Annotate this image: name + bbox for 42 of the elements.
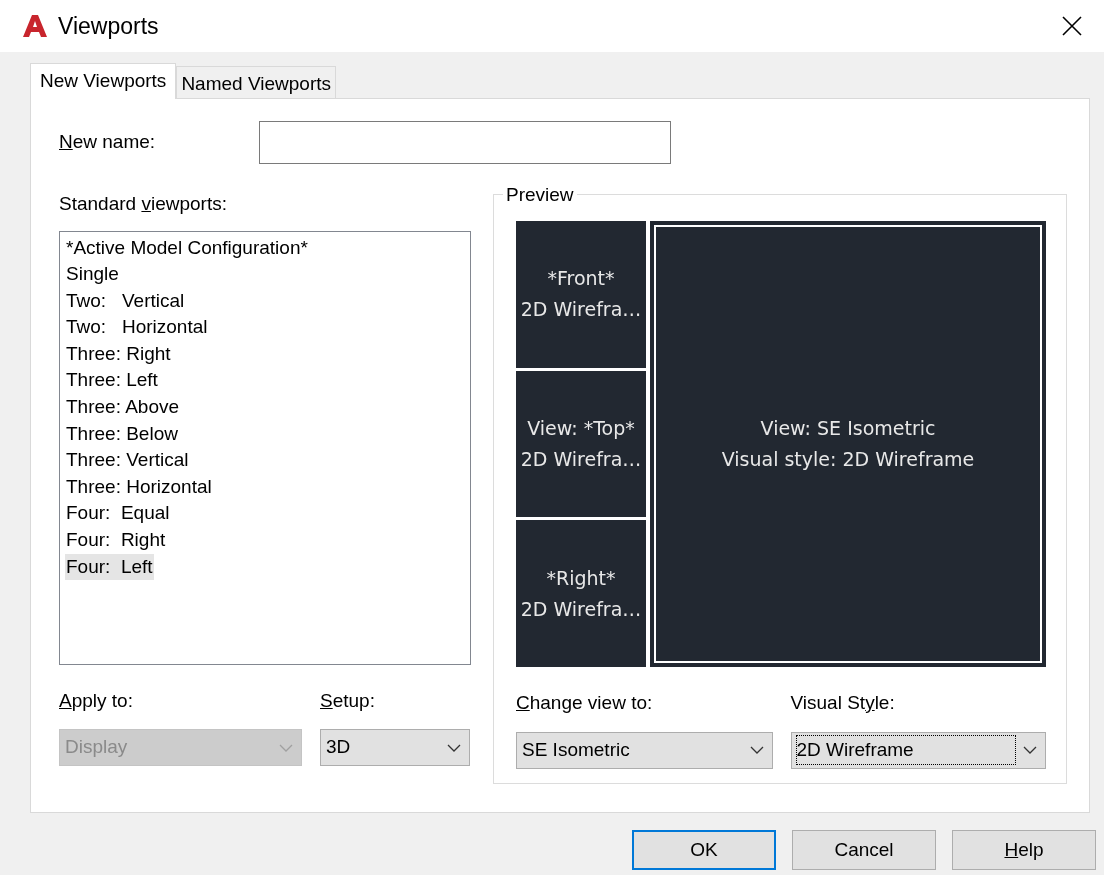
- dropdown-label: Setup:: [320, 688, 376, 713]
- list-item[interactable]: Three: Right: [65, 340, 172, 368]
- viewport-caption: 2D Wirefra…: [520, 447, 642, 472]
- chevron-down-icon: [1023, 746, 1037, 754]
- list-item[interactable]: Three: Horizontal: [65, 473, 213, 501]
- list-item[interactable]: Two: Vertical: [65, 287, 186, 315]
- viewport-caption: View: SE Isometric: [760, 416, 936, 441]
- dropdown[interactable]: SE Isometric: [516, 731, 773, 769]
- input-field[interactable]: [259, 121, 671, 164]
- list-item[interactable]: Four: Left: [65, 553, 154, 581]
- viewport-caption: View: *Top*: [527, 416, 635, 441]
- list-item[interactable]: Three: Above: [65, 394, 181, 421]
- dropdown-label: Visual Style:: [790, 691, 896, 715]
- list-label: Standard viewports:: [59, 192, 228, 216]
- viewport-caption: 2D Wirefra…: [520, 297, 642, 323]
- list-item[interactable]: Four: Right: [65, 527, 167, 554]
- list-item[interactable]: Three: Left: [65, 367, 159, 395]
- chevron-down-icon: [279, 743, 293, 752]
- dialog-button[interactable]: OK: [632, 830, 776, 870]
- dropdown[interactable]: 3D: [320, 729, 470, 766]
- chevron-down-icon: [749, 746, 764, 754]
- viewport-caption: 2D Wirefra…: [520, 596, 642, 622]
- list-item[interactable]: Two: Horizontal: [65, 314, 209, 341]
- list-item[interactable]: Four: Equal: [65, 500, 171, 528]
- dropdown[interactable]: 2D Wireframe: [790, 731, 1046, 769]
- dropdown-label: Change view to:: [516, 691, 654, 715]
- field-label: New name:: [59, 130, 157, 155]
- list-item[interactable]: *Active Model Configuration*: [65, 234, 309, 262]
- viewport-caption: *Front*: [547, 266, 615, 292]
- tab[interactable]: New Viewports: [30, 63, 177, 99]
- list-item[interactable]: Three: Vertical: [65, 447, 190, 474]
- list-item[interactable]: Three: Below: [65, 420, 179, 448]
- window-title: Viewports: [58, 11, 159, 41]
- tab[interactable]: Named Viewports: [176, 66, 336, 98]
- chevron-down-icon: [447, 743, 461, 752]
- app-logo-icon: [22, 13, 48, 39]
- viewport-caption: *Right*: [546, 565, 616, 591]
- viewport-caption: Visual style: 2D Wireframe: [721, 447, 975, 472]
- list-item[interactable]: Single: [65, 261, 120, 288]
- dialog-button[interactable]: Help: [952, 830, 1096, 870]
- dropdown-label: Apply to:: [59, 688, 134, 713]
- dialog-button[interactable]: Cancel: [792, 830, 936, 870]
